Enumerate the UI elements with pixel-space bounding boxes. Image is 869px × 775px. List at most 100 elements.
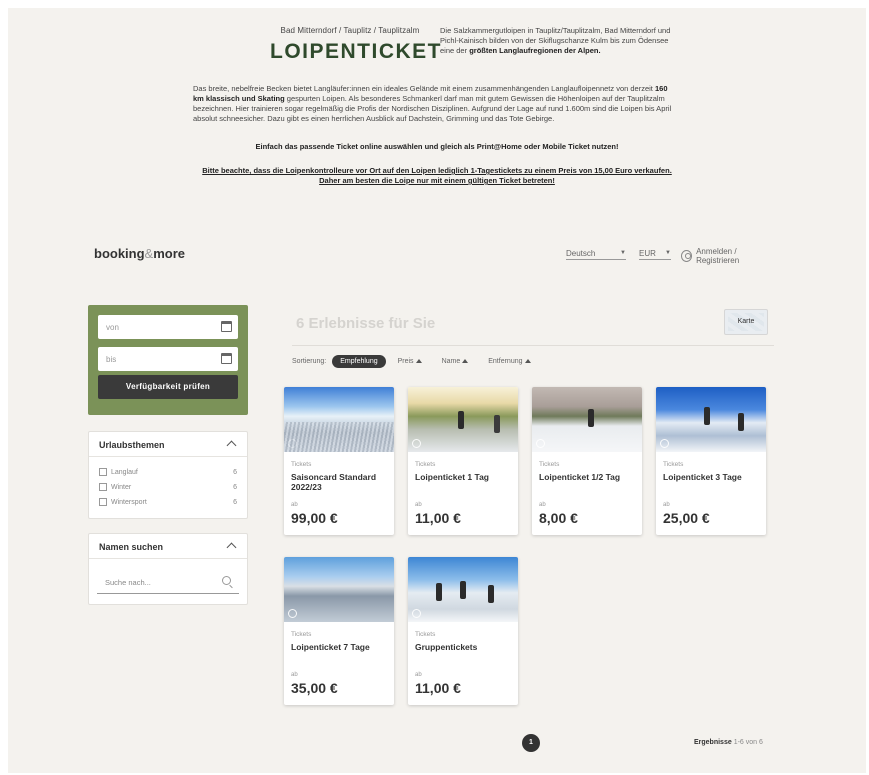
- map-button[interactable]: Karte: [724, 309, 768, 335]
- zoom-icon[interactable]: [288, 609, 297, 618]
- logo-part1: booking: [94, 246, 145, 261]
- brand-description: Die Salzkammergutloipen in Tauplitz/Taup…: [440, 26, 680, 56]
- facet-count: 6: [233, 499, 237, 506]
- skier-figure: [458, 411, 464, 429]
- facet-wintersport[interactable]: Wintersport 6: [89, 495, 247, 510]
- facet-winter[interactable]: Winter 6: [89, 480, 247, 495]
- sort-asc-icon: [462, 358, 469, 363]
- product-price: 35,00 €: [291, 680, 338, 696]
- zoom-icon[interactable]: [536, 439, 545, 448]
- product-price: 99,00 €: [291, 510, 338, 526]
- facet-label: Wintersport: [111, 499, 147, 506]
- calendar-icon[interactable]: [221, 353, 232, 364]
- user-icon: [681, 250, 693, 262]
- intro-note-line1: Bitte beachte, dass die Loipenkontrolleu…: [202, 166, 672, 175]
- logo-ampersand: &: [144, 246, 154, 261]
- skier-figure: [460, 581, 466, 599]
- product-image[interactable]: [656, 387, 766, 452]
- product-card[interactable]: Tickets Loipenticket 3 Tage ab 25,00 €: [656, 387, 766, 535]
- sort-option-label: Name: [441, 357, 461, 365]
- product-image[interactable]: [284, 557, 394, 622]
- product-card[interactable]: Tickets Gruppentickets ab 11,00 €: [408, 557, 518, 705]
- currency-select[interactable]: EUR ▼: [639, 249, 671, 260]
- intro-cta: Einfach das passende Ticket online auswä…: [255, 142, 619, 151]
- sort-option-name[interactable]: Name: [442, 358, 469, 365]
- date-from-input[interactable]: von: [98, 315, 238, 339]
- checkbox[interactable]: [99, 498, 107, 506]
- product-price: 25,00 €: [663, 510, 710, 526]
- product-category: Tickets: [415, 461, 436, 468]
- product-image[interactable]: [284, 387, 394, 452]
- product-category: Tickets: [291, 461, 312, 468]
- facet-label: Winter: [111, 484, 132, 491]
- intro-paragraph-part1: Das breite, nebelfreie Becken bietet Lan…: [193, 84, 653, 93]
- skier-figure: [704, 407, 710, 425]
- intro-note[interactable]: Bitte beachte, dass die Loipenkontrolleu…: [158, 166, 716, 186]
- product-category: Tickets: [415, 631, 436, 638]
- price-prefix: ab: [291, 672, 298, 678]
- facet-count: 6: [233, 484, 237, 491]
- date-from-placeholder: von: [106, 323, 119, 332]
- login-link[interactable]: Anmelden / Registrieren: [681, 247, 774, 265]
- name-search-input[interactable]: Suche nach...: [97, 570, 239, 594]
- product-name[interactable]: Loipenticket 3 Tage: [663, 472, 761, 482]
- filter-themes: Urlaubsthemen Langlauf 6 Winter 6 Wintersp…: [88, 431, 248, 519]
- search-icon[interactable]: [222, 576, 231, 585]
- product-name[interactable]: Gruppentickets: [415, 642, 513, 652]
- product-image[interactable]: [408, 387, 518, 452]
- price-prefix: ab: [291, 502, 298, 508]
- product-price: 11,00 €: [415, 510, 461, 526]
- product-card[interactable]: Tickets Saisoncard Standard 2022/23 ab 9…: [284, 387, 394, 535]
- facet-langlauf[interactable]: Langlauf 6: [89, 465, 247, 480]
- filter-themes-header[interactable]: Urlaubsthemen: [89, 432, 247, 457]
- product-card[interactable]: Tickets Loipenticket 1 Tag ab 11,00 €: [408, 387, 518, 535]
- product-card[interactable]: Tickets Loipenticket 7 Tage ab 35,00 €: [284, 557, 394, 705]
- filter-name-header[interactable]: Namen suchen: [89, 534, 247, 559]
- filter-themes-title: Urlaubsthemen: [99, 440, 165, 450]
- product-price: 8,00 €: [539, 510, 578, 526]
- currency-value: EUR: [639, 249, 656, 258]
- zoom-icon[interactable]: [660, 439, 669, 448]
- pagination-page[interactable]: 1: [522, 734, 540, 752]
- language-select[interactable]: Deutsch ▼: [566, 249, 626, 260]
- zoom-icon[interactable]: [412, 439, 421, 448]
- filter-name: Namen suchen Suche nach...: [88, 533, 248, 605]
- product-category: Tickets: [539, 461, 560, 468]
- intro-note-line2: Daher am besten die Loipe nur mit einem …: [319, 176, 555, 185]
- date-to-placeholder: bis: [106, 355, 117, 364]
- zoom-icon[interactable]: [288, 439, 297, 448]
- product-category: Tickets: [663, 461, 684, 468]
- product-name[interactable]: Loipenticket 7 Tage: [291, 642, 389, 652]
- sort-asc-icon: [524, 358, 531, 363]
- page: Bad Mitterndorf / Tauplitz / Tauplitzalm…: [8, 8, 866, 773]
- check-availability-button[interactable]: Verfügbarkeit prüfen: [98, 375, 238, 399]
- product-name[interactable]: Loipenticket 1/2 Tag: [539, 472, 637, 482]
- calendar-icon[interactable]: [221, 321, 232, 332]
- skier-figure: [494, 415, 500, 433]
- facet-label: Langlauf: [111, 469, 138, 476]
- date-to-input[interactable]: bis: [98, 347, 238, 371]
- topbar: booking&more Deutsch ▼ EUR ▼ Anmelden / Re…: [94, 246, 774, 266]
- product-card[interactable]: Tickets Loipenticket 1/2 Tag ab 8,00 €: [532, 387, 642, 535]
- login-label: Anmelden / Registrieren: [696, 247, 740, 265]
- price-prefix: ab: [415, 672, 422, 678]
- chevron-down-icon: ▼: [620, 250, 626, 256]
- checkbox[interactable]: [99, 483, 107, 491]
- product-name[interactable]: Saisoncard Standard 2022/23: [291, 472, 389, 492]
- checkbox[interactable]: [99, 468, 107, 476]
- results-count-range: 1-6 von 6: [733, 739, 763, 746]
- sort-option-recommended[interactable]: Empfehlung: [332, 354, 386, 368]
- logo[interactable]: booking&more: [94, 246, 185, 261]
- name-search-placeholder: Suche nach...: [105, 578, 151, 587]
- sort-option-distance[interactable]: Entfernung: [488, 358, 531, 365]
- logo-part2: more: [153, 246, 186, 261]
- zoom-icon[interactable]: [412, 609, 421, 618]
- brand-block: Bad Mitterndorf / Tauplitz / Tauplitzalm…: [270, 26, 441, 64]
- sort-asc-icon: [415, 358, 422, 363]
- results-count: Ergebnisse 1-6 von 6: [694, 739, 763, 746]
- product-name[interactable]: Loipenticket 1 Tag: [415, 472, 513, 482]
- sort-option-price[interactable]: Preis: [398, 358, 422, 365]
- skier-figure: [436, 583, 442, 601]
- product-image[interactable]: [408, 557, 518, 622]
- product-image[interactable]: [532, 387, 642, 452]
